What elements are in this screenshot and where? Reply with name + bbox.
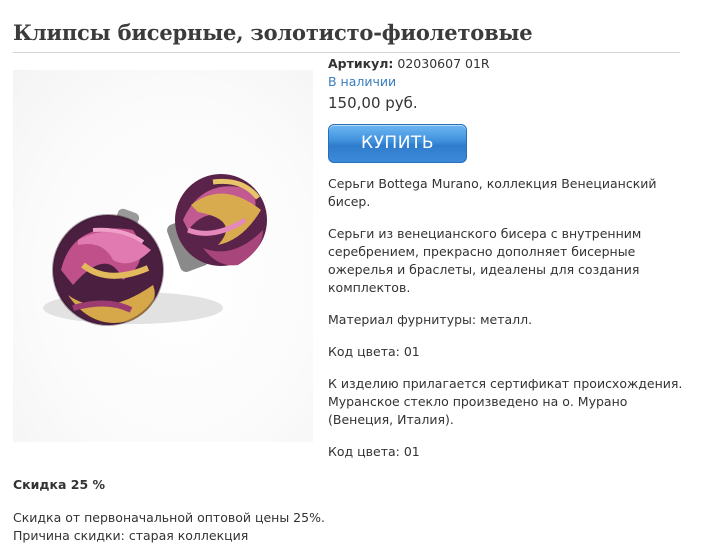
description-paragraph: Серьги из венецианского бисера с внутрен… — [328, 226, 642, 295]
sku-line: Артикул: 02030607 01R — [328, 55, 688, 73]
description-paragraph: Материал фурнитуры: металл. — [328, 312, 533, 327]
price: 150,00 руб. — [328, 94, 418, 112]
product-photo[interactable] — [13, 70, 313, 442]
discount-text: Скидка от первоначальной оптовой цены 25… — [13, 510, 325, 525]
description-paragraph: Серьги Bottega Murano, коллекция Венециа… — [328, 176, 657, 209]
product-info: Артикул: 02030607 01R В наличии 150,00 р… — [328, 55, 688, 461]
discount-reason: Причина скидки: старая коллекция — [13, 528, 249, 543]
sku-value: 02030607 01R — [397, 56, 490, 71]
discount-title: Скидка 25 % — [13, 477, 106, 492]
description-paragraph: К изделию прилагается сертификат происхо… — [328, 376, 683, 427]
discount-block: Скидка 25 % Скидка от первоначальной опт… — [13, 476, 693, 545]
page-title: Клипсы бисерные, золотисто-фиолетовые — [13, 20, 680, 54]
earrings-image — [43, 174, 267, 326]
description-paragraph: Код цвета: 01 — [328, 344, 420, 359]
description-paragraph: Код цвета: 01 — [328, 444, 420, 459]
availability-status: В наличии — [328, 74, 397, 89]
buy-button[interactable]: КУПИТЬ — [328, 124, 467, 163]
sku-label: Артикул: — [328, 56, 394, 71]
